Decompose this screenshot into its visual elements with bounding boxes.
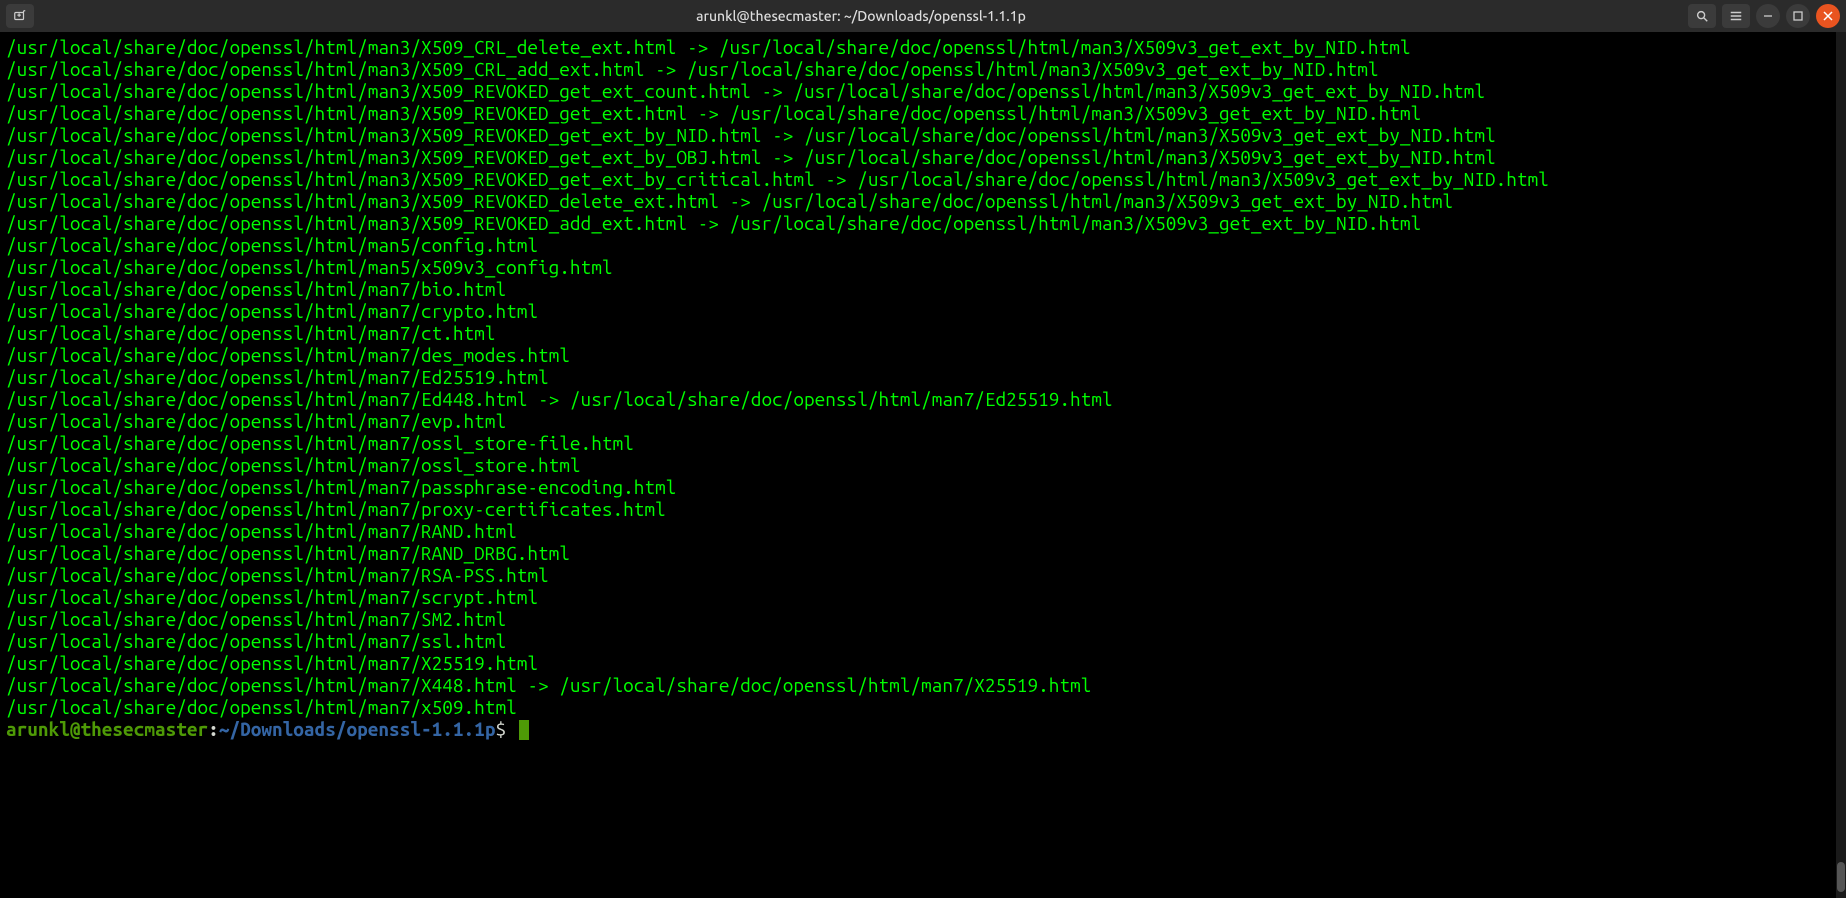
titlebar: arunkl@thesecmaster: ~/Downloads/openssl… [0, 0, 1846, 32]
output-line: /usr/local/share/doc/openssl/html/man7/o… [6, 454, 1840, 476]
prompt-dollar: $ [495, 718, 516, 740]
output-line: /usr/local/share/doc/openssl/html/man3/X… [6, 212, 1840, 234]
output-line: /usr/local/share/doc/openssl/html/man3/X… [6, 124, 1840, 146]
output-line: /usr/local/share/doc/openssl/html/man7/x… [6, 696, 1840, 718]
output-line: /usr/local/share/doc/openssl/html/man7/R… [6, 520, 1840, 542]
output-line: /usr/local/share/doc/openssl/html/man7/c… [6, 300, 1840, 322]
output-line: /usr/local/share/doc/openssl/html/man7/S… [6, 608, 1840, 630]
output-line: /usr/local/share/doc/openssl/html/man7/p… [6, 476, 1840, 498]
output-line: /usr/local/share/doc/openssl/html/man7/o… [6, 432, 1840, 454]
hamburger-menu-button[interactable] [1722, 4, 1750, 28]
maximize-button[interactable] [1786, 4, 1810, 28]
prompt-path: ~/Downloads/openssl-1.1.1p [219, 718, 496, 740]
close-button[interactable] [1816, 4, 1840, 28]
prompt-user-host: arunkl@thesecmaster [6, 718, 208, 740]
output-line: /usr/local/share/doc/openssl/html/man3/X… [6, 168, 1840, 190]
output-line: /usr/local/share/doc/openssl/html/man3/X… [6, 80, 1840, 102]
prompt-colon: : [208, 718, 219, 740]
output-line: /usr/local/share/doc/openssl/html/man7/s… [6, 630, 1840, 652]
output-line: /usr/local/share/doc/openssl/html/man3/X… [6, 190, 1840, 212]
output-line: /usr/local/share/doc/openssl/html/man7/X… [6, 674, 1840, 696]
output-line: /usr/local/share/doc/openssl/html/man7/e… [6, 410, 1840, 432]
window-title: arunkl@thesecmaster: ~/Downloads/openssl… [34, 5, 1688, 27]
output-line: /usr/local/share/doc/openssl/html/man7/R… [6, 542, 1840, 564]
output-line: /usr/local/share/doc/openssl/html/man7/s… [6, 586, 1840, 608]
output-line: /usr/local/share/doc/openssl/html/man3/X… [6, 58, 1840, 80]
terminal-output: /usr/local/share/doc/openssl/html/man3/X… [6, 36, 1840, 718]
search-button[interactable] [1688, 4, 1716, 28]
output-line: /usr/local/share/doc/openssl/html/man7/E… [6, 388, 1840, 410]
output-line: /usr/local/share/doc/openssl/html/man7/b… [6, 278, 1840, 300]
scrollbar-thumb[interactable] [1837, 862, 1845, 892]
new-tab-button[interactable] [6, 4, 34, 28]
output-line: /usr/local/share/doc/openssl/html/man7/c… [6, 322, 1840, 344]
output-line: /usr/local/share/doc/openssl/html/man7/E… [6, 366, 1840, 388]
vertical-scrollbar[interactable] [1836, 32, 1846, 898]
terminal-viewport[interactable]: /usr/local/share/doc/openssl/html/man3/X… [0, 32, 1846, 898]
cursor-block [519, 720, 529, 740]
output-line: /usr/local/share/doc/openssl/html/man7/d… [6, 344, 1840, 366]
shell-prompt: arunkl@thesecmaster:~/Downloads/openssl-… [6, 718, 1840, 740]
output-line: /usr/local/share/doc/openssl/html/man3/X… [6, 102, 1840, 124]
output-line: /usr/local/share/doc/openssl/html/man3/X… [6, 36, 1840, 58]
output-line: /usr/local/share/doc/openssl/html/man3/X… [6, 146, 1840, 168]
output-line: /usr/local/share/doc/openssl/html/man7/X… [6, 652, 1840, 674]
output-line: /usr/local/share/doc/openssl/html/man7/R… [6, 564, 1840, 586]
minimize-button[interactable] [1756, 4, 1780, 28]
output-line: /usr/local/share/doc/openssl/html/man5/c… [6, 234, 1840, 256]
output-line: /usr/local/share/doc/openssl/html/man7/p… [6, 498, 1840, 520]
output-line: /usr/local/share/doc/openssl/html/man5/x… [6, 256, 1840, 278]
